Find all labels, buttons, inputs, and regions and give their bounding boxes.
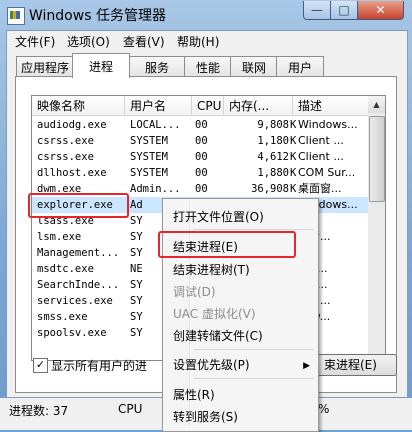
process-memory: 36,908	[251, 183, 289, 195]
menu-end-process-tree[interactable]: 结束进程树(T)	[173, 261, 250, 278]
process-name: Management...	[37, 247, 120, 259]
menu-go-to-service[interactable]: 转到服务(S)	[173, 408, 238, 425]
column-cpu[interactable]: CPU	[192, 96, 224, 116]
process-memory: 1,180	[257, 135, 289, 147]
menu-set-priority[interactable]: 设置优先级(P)	[173, 356, 250, 373]
window-title: Windows 任务管理器	[29, 8, 166, 24]
process-cpu: 00	[195, 135, 208, 147]
process-name: csrss.exe	[37, 135, 94, 147]
process-name: msdtc.exe	[37, 263, 94, 275]
process-cpu: 00	[195, 151, 208, 163]
process-memory: 4,612	[257, 151, 289, 163]
menu-view[interactable]: 查看(V)	[123, 33, 165, 50]
end-process-button[interactable]: 束进程(E)	[317, 354, 397, 376]
list-scrollbar[interactable]: ▲	[368, 95, 386, 361]
title-bar[interactable]: Windows 任务管理器 — □ ✕	[0, 0, 412, 30]
status-percent: %	[318, 402, 330, 416]
tab-applications[interactable]: 应用程序	[16, 56, 74, 77]
minimize-button[interactable]: —	[303, 1, 331, 20]
menu-properties[interactable]: 属性(R)	[173, 386, 215, 403]
column-description[interactable]: 描述	[293, 96, 369, 116]
menu-help[interactable]: 帮助(H)	[177, 33, 219, 50]
tab-users[interactable]: 用户	[276, 56, 324, 77]
menu-open-file-location[interactable]: 打开文件位置(O)	[173, 208, 264, 225]
close-button[interactable]: ✕	[357, 1, 404, 20]
process-row[interactable]: dllhost.exe SYSTEM 00 1,880 K COM Sur...	[32, 165, 369, 181]
show-all-users-checkbox[interactable]: ✓	[33, 358, 48, 373]
show-all-users-label: 显示所有用户的进	[51, 359, 148, 373]
process-name: spoolsv.exe	[37, 327, 107, 339]
process-user: SYSTEM	[130, 167, 168, 179]
process-memory: 9,808	[257, 119, 289, 131]
process-name: services.exe	[37, 295, 113, 307]
tab-processes[interactable]: 进程	[72, 53, 130, 78]
menu-separator	[193, 378, 313, 379]
scrollbar-thumb[interactable]	[369, 116, 385, 202]
column-image-name[interactable]: 映像名称	[32, 96, 125, 116]
explorer-highlight-box	[28, 193, 129, 218]
menu-uac-virtualization: UAC 虚拟化(V)	[173, 307, 256, 321]
process-user: LOCAL...	[130, 119, 181, 131]
process-memory: 1,880	[257, 167, 289, 179]
process-row[interactable]: audiodg.exe LOCAL... 00 9,808 K Windows...	[32, 117, 369, 133]
maximize-button[interactable]: □	[330, 1, 358, 20]
tab-networking[interactable]: 联网	[230, 56, 278, 77]
tab-services[interactable]: 服务	[128, 56, 186, 77]
process-row[interactable]: csrss.exe SYSTEM 00 4,612 K Client ...	[32, 149, 369, 165]
submenu-arrow-icon: ▶	[303, 361, 310, 371]
process-description: Client ...	[298, 134, 344, 147]
process-name: smss.exe	[37, 311, 88, 323]
process-user: SYSTEM	[130, 151, 168, 163]
process-user: SYSTEM	[130, 135, 168, 147]
end-process-highlight-box	[158, 231, 296, 258]
process-cpu: 00	[195, 167, 208, 179]
process-user: Admin...	[130, 183, 181, 195]
menu-bar: 文件(F) 选项(O) 查看(V) 帮助(H)	[7, 31, 407, 51]
scroll-up-arrow-icon[interactable]: ▲	[368, 96, 385, 113]
cpu-usage-label: CPU	[118, 402, 143, 416]
process-name: audiodg.exe	[37, 119, 107, 131]
menu-debug: 调试(D)	[173, 285, 216, 299]
menu-create-dump-file[interactable]: 创建转储文件(C)	[173, 327, 263, 344]
column-memory[interactable]: 内存(...	[224, 96, 293, 116]
menu-options[interactable]: 选项(O)	[67, 33, 110, 50]
process-cpu: 00	[195, 183, 208, 195]
menu-file[interactable]: 文件(F)	[15, 33, 55, 50]
menu-separator	[193, 229, 313, 230]
process-count: 进程数: 37	[9, 404, 69, 418]
process-name: csrss.exe	[37, 151, 94, 163]
task-manager-icon	[7, 7, 25, 25]
process-row[interactable]: csrss.exe SYSTEM 00 1,180 K Client ...	[32, 133, 369, 149]
process-name: dllhost.exe	[37, 167, 107, 179]
tab-performance[interactable]: 性能	[184, 56, 232, 77]
process-description: 桌面窗...	[298, 182, 342, 195]
process-cpu: 00	[195, 119, 208, 131]
menu-separator	[193, 349, 313, 350]
column-user-name[interactable]: 用户名	[125, 96, 192, 116]
process-description: Client ...	[298, 150, 344, 163]
process-name: lsm.exe	[37, 231, 82, 243]
process-description: Windows...	[298, 118, 358, 131]
process-name: SearchInde...	[37, 279, 120, 291]
process-description: COM Sur...	[298, 166, 356, 179]
